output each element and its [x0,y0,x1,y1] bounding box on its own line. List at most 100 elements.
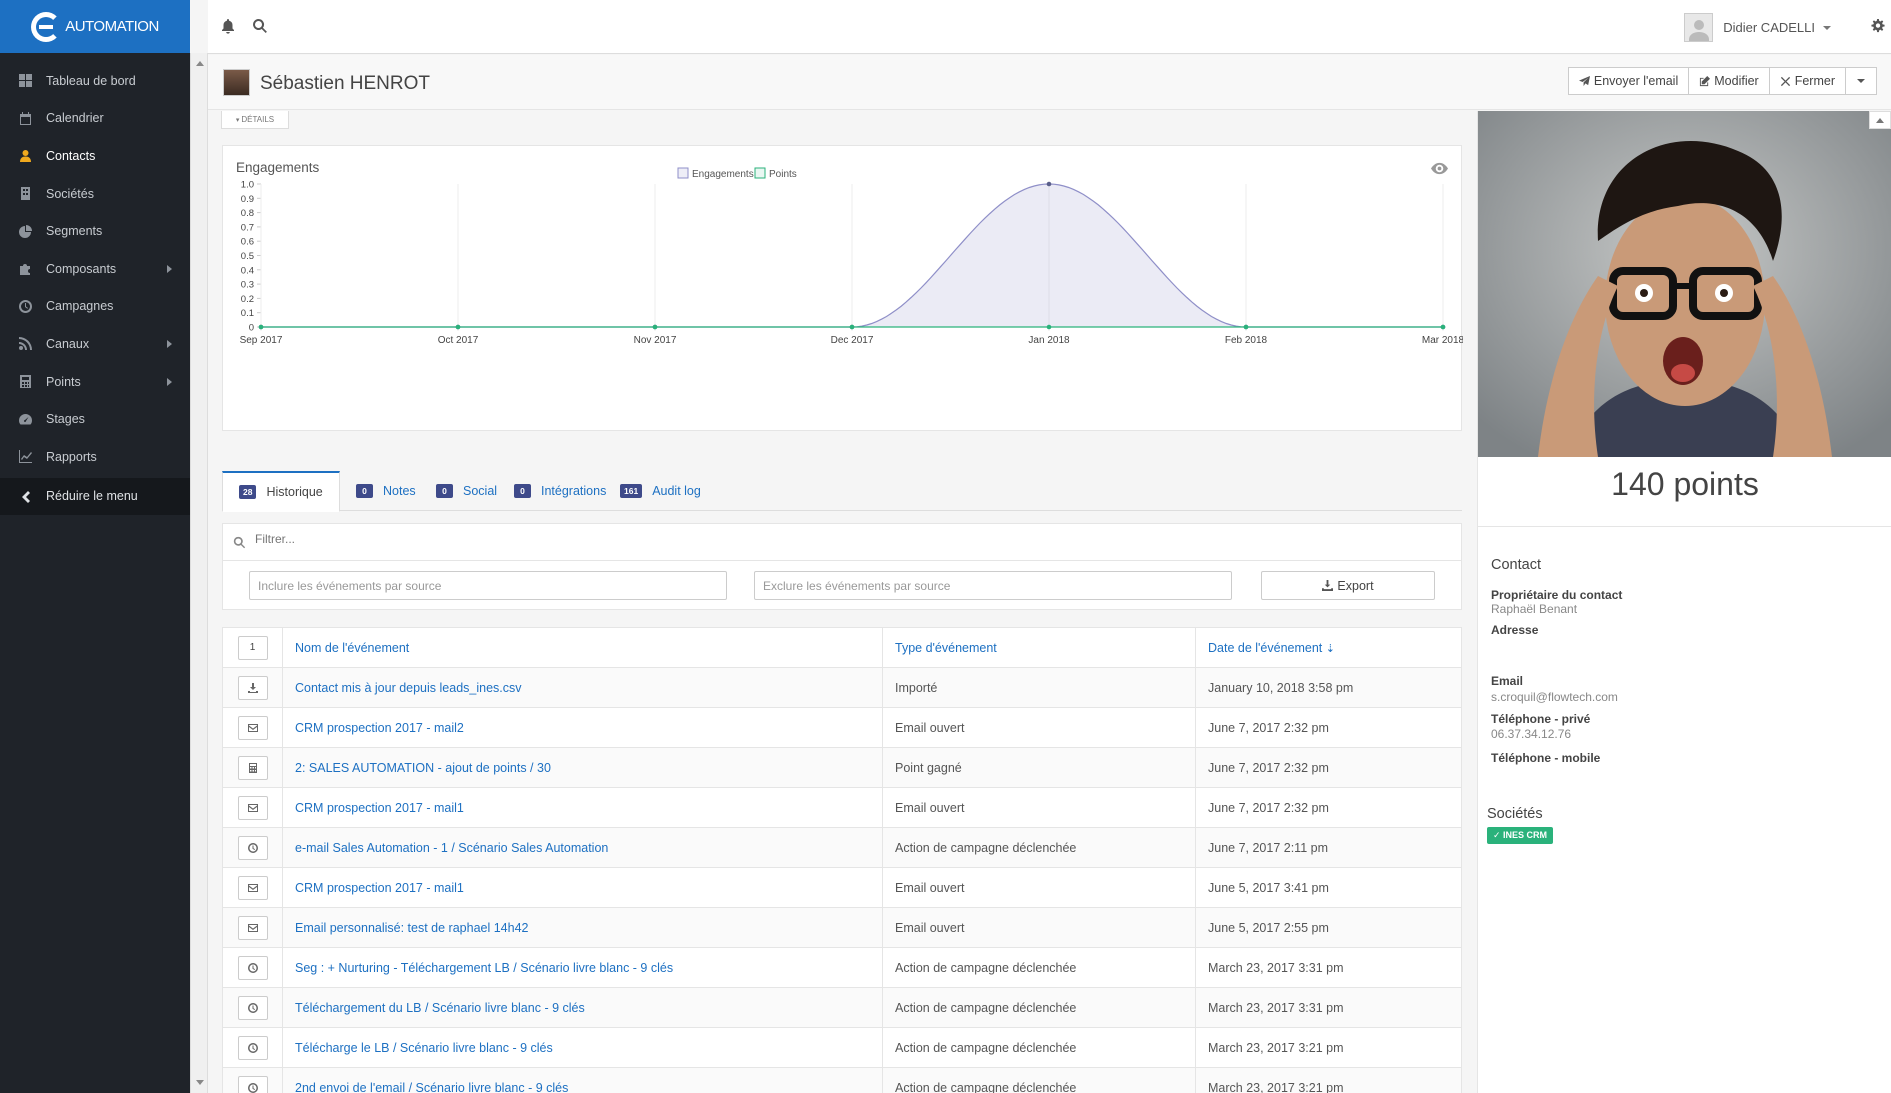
contact-points: 140 points [1611,466,1759,502]
sidebar-item-tableau-de-bord[interactable]: Tableau de bord [0,62,190,100]
table-row: CRM prospection 2017 - mail2 Email ouvert… [222,707,1462,748]
include-source-select[interactable]: Inclure les événements par source [249,571,727,600]
sidebar-item-stages[interactable]: Stages [0,400,190,438]
clock-icon[interactable] [237,1075,268,1093]
event-date: March 23, 2017 3:21 pm [1195,1027,1462,1068]
event-date: June 7, 2017 2:32 pm [1195,747,1462,788]
email-label: Email [1491,674,1524,688]
event-name[interactable]: CRM prospection 2017 - mail1 [282,867,883,908]
engagements-chart-panel: Engagements Engagements Points 1.0 0.9 0.8 0.… [222,145,1463,431]
top-bar: Didier CADELLI [208,0,1891,54]
x-tick-label: Feb 2018 [1225,335,1268,346]
y-tick-label: 0.3 [241,280,254,291]
sort-desc-icon: ⇣ [1325,642,1335,655]
logo-mark-icon [31,11,62,42]
event-name[interactable]: Email personnalisé: test de raphael 14h4… [282,907,883,948]
x-tick-label: Oct 2017 [438,335,479,346]
envelope-icon[interactable] [237,715,268,740]
event-name[interactable]: CRM prospection 2017 - mail2 [282,707,883,748]
chevron-down-icon [1823,25,1831,30]
x-tick-label: Nov 2017 [634,335,677,346]
column-header-date[interactable]: Date de l'événement ⇣ [1195,627,1462,668]
chevron-right-icon [167,339,172,348]
sidebar-item-campagnes[interactable]: Campagnes [0,288,190,326]
data-point-points [258,324,264,330]
sidebar-item-canaux[interactable]: Canaux [0,325,190,363]
caret-down-icon: ▾ [235,116,240,124]
tab-notes[interactable]: 0 Notes [340,471,432,511]
panel-collapse-button[interactable] [1869,111,1891,129]
event-name[interactable]: CRM prospection 2017 - mail1 [282,787,883,828]
clock-icon[interactable] [237,995,268,1020]
event-name[interactable]: 2nd envoi de l'email / Scénario livre bl… [282,1067,883,1093]
sidebar-item-label: Composants [46,261,117,276]
divider [1478,526,1891,527]
company-tag[interactable]: ✓ INES CRM [1487,827,1554,844]
details-toggle[interactable]: ▾ DÉTAILS [221,111,289,129]
app-logo[interactable]: AUTOMATION [0,0,190,53]
filter-bar [222,523,1462,561]
sort-button[interactable]: 1 [237,635,268,660]
event-name[interactable]: 2: SALES AUTOMATION - ajout de points / … [282,747,883,788]
event-type: Point gagné [882,747,1196,788]
owner-label: Propriétaire du contact [1491,588,1623,602]
sidebar-item-points[interactable]: Points [0,363,190,401]
email-value[interactable]: s.croquil@flowtech.com [1491,690,1618,704]
y-tick-label: 0.2 [241,294,254,305]
sidebar-item-label: Stages [46,412,85,427]
clock-icon[interactable] [237,835,268,860]
data-point-points [455,324,461,330]
sidebar-item-soci-t-s[interactable]: Sociétés [0,175,190,213]
calculator-icon[interactable] [237,755,268,780]
exclude-source-select[interactable]: Exclure les événements par source [754,571,1232,600]
filter-input[interactable] [255,532,1055,546]
edit-icon [1700,75,1711,86]
user-menu[interactable]: Didier CADELLI [1684,13,1831,42]
contact-section-title: Contact [1491,557,1541,573]
companies-title: Sociétés [1487,806,1543,822]
send-email-button[interactable]: Envoyer l'email [1567,67,1690,95]
clock-icon[interactable] [237,955,268,980]
dashboard-icon [18,74,32,88]
export-button[interactable]: Export [1261,571,1435,600]
bell-icon[interactable] [220,18,236,34]
event-name[interactable]: Téléchargement du LB / Scénario livre bl… [282,987,883,1028]
event-name[interactable]: Contact mis à jour depuis leads_ines.csv [282,667,883,708]
event-date: June 7, 2017 2:11 pm [1195,827,1462,868]
envelope-icon[interactable] [237,795,268,820]
sidebar-item-contacts[interactable]: Contacts [0,137,190,175]
edit-button[interactable]: Modifier [1688,67,1770,95]
more-actions-dropdown[interactable] [1845,67,1877,95]
column-header-type[interactable]: Type d'événement [882,627,1196,668]
clock-icon[interactable] [237,1035,268,1060]
tab-audit-log[interactable]: 161 Audit log [604,471,717,511]
table-row: e-mail Sales Automation - 1 / Scénario S… [222,827,1462,868]
address-label: Adresse [1491,623,1539,637]
event-type: Email ouvert [882,707,1196,748]
clock-icon [18,299,32,313]
tab-count-badge: 0 [356,484,373,498]
envelope-icon[interactable] [237,915,268,940]
sidebar-item-segments[interactable]: Segments [0,212,190,250]
download-icon[interactable] [237,675,268,700]
column-header-name[interactable]: Nom de l'événement [282,627,883,668]
event-name[interactable]: e-mail Sales Automation - 1 / Scénario S… [282,827,883,868]
envelope-icon[interactable] [237,875,268,900]
close-button[interactable]: Fermer [1768,67,1846,95]
tab-historique[interactable]: 28 Historique [222,471,340,512]
sidebar-scrollbar[interactable] [190,53,208,1093]
search-icon[interactable] [252,18,268,34]
data-point-points [849,324,855,330]
sidebar-item-calendrier[interactable]: Calendrier [0,100,190,138]
y-tick-label: 0.5 [241,251,254,262]
tab-count-badge: 161 [620,484,643,498]
sort-column: 1 [222,627,283,668]
sidebar-item-composants[interactable]: Composants [0,250,190,288]
y-tick-label: 0.6 [241,237,254,248]
event-name[interactable]: Seg : + Nurturing - Téléchargement LB / … [282,947,883,988]
collapse-menu-button[interactable]: Réduire le menu [0,477,190,516]
event-name[interactable]: Télécharge le LB / Scénario livre blanc … [282,1027,883,1068]
table-row: CRM prospection 2017 - mail1 Email ouvert… [222,867,1462,908]
gear-icon[interactable] [1871,19,1885,36]
sidebar-item-rapports[interactable]: Rapports [0,438,190,476]
